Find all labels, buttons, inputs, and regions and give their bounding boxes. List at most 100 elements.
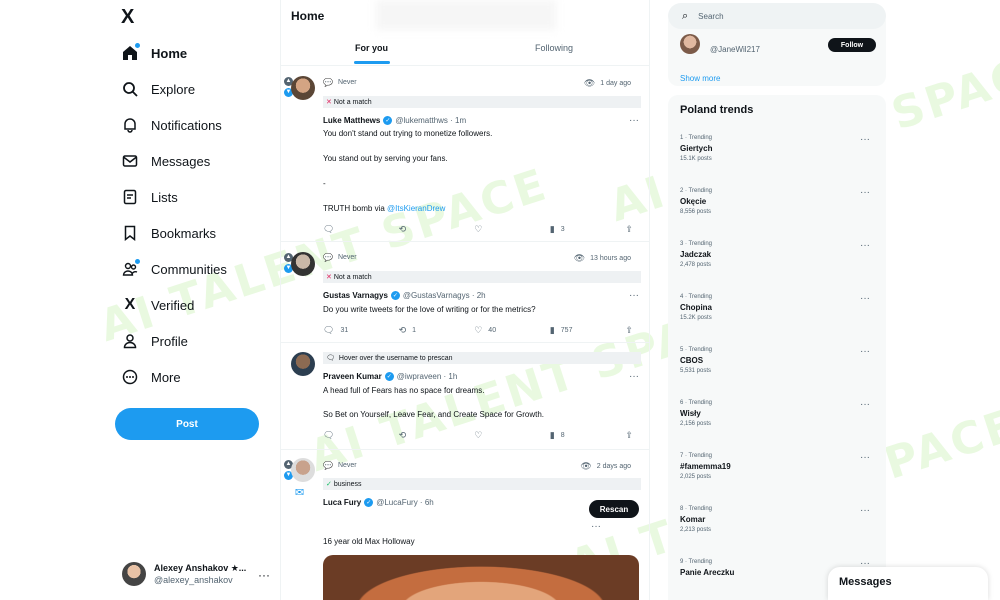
tweet-meta: 💬 Never	[323, 253, 357, 262]
tweet[interactable]: 🗨 Hover over the username to prescan Prav…	[281, 344, 649, 450]
timeline-header: Home For you Following	[281, 0, 649, 66]
rescan-button[interactable]: Rescan	[589, 500, 639, 518]
more-dots-icon[interactable]: ···	[860, 187, 870, 198]
share-button[interactable]: ⇪	[625, 224, 639, 235]
search-icon	[121, 80, 139, 98]
heart-icon: ♡	[474, 224, 483, 234]
views-button[interactable]: ▮ 757	[550, 325, 590, 336]
x-logo-icon[interactable]: X	[121, 7, 141, 27]
trend-item[interactable]: 3 · Trending Jadczak 2,478 posts ···	[680, 240, 876, 280]
retweet-button[interactable]: ⟲	[399, 224, 439, 235]
trend-item[interactable]: 7 · Trending #famemma19 2,025 posts ···	[680, 452, 876, 492]
eye-icon: 👁	[573, 253, 586, 263]
messages-drawer[interactable]: Messages	[828, 567, 988, 600]
show-more-link[interactable]: Show more	[680, 74, 720, 83]
check-icon: ✓	[326, 481, 332, 488]
trend-item[interactable]: 5 · Trending CBOS 5,531 posts ···	[680, 346, 876, 386]
tweet-author[interactable]: Gustas Varnagys ✓ @GustasVarnagys · 2h	[323, 291, 486, 300]
more-dots-icon[interactable]: ···	[860, 346, 870, 357]
nav-more[interactable]: More	[121, 364, 181, 390]
tweet[interactable]: ▲ ▼ 💬 Never 👁 1 day ago ✕ Not a match Luk…	[281, 67, 649, 242]
avatar	[122, 562, 146, 586]
avatar[interactable]	[291, 458, 315, 482]
list-icon	[121, 188, 139, 206]
avatar[interactable]	[291, 76, 315, 100]
nav-label: Bookmarks	[151, 225, 217, 241]
comment-bubble-icon: 💬	[323, 253, 333, 262]
views-button[interactable]: ▮ 8	[550, 430, 590, 441]
tweet-text-line: You don't stand out trying to monetize f…	[323, 129, 493, 138]
like-button[interactable]: ♡ 40	[474, 325, 514, 336]
nav-bookmarks[interactable]: Bookmarks	[121, 220, 216, 246]
like-button[interactable]: ♡	[474, 430, 514, 441]
tweet-text-line: -	[323, 179, 326, 188]
account-switcher[interactable]: Alexey Anshakov ★... @alexey_anshakov ··…	[122, 560, 274, 588]
more-dots-icon[interactable]: ···	[860, 452, 870, 463]
mail-icon[interactable]: ✉	[295, 486, 304, 499]
tweet[interactable]: ▲ ▼ 💬 Never 👁 13 hours ago ✕ Not a match …	[281, 243, 649, 343]
more-dots-icon[interactable]: ···	[860, 240, 870, 251]
more-dots-icon[interactable]: ···	[860, 505, 870, 516]
share-button[interactable]: ⇪	[625, 325, 639, 336]
tweet-text-line: 16 year old Max Holloway	[323, 537, 415, 546]
notification-dot	[135, 259, 140, 264]
home-icon	[121, 43, 140, 62]
more-dots-icon[interactable]: ···	[591, 521, 601, 532]
follow-button[interactable]: Follow	[828, 38, 876, 52]
nav-label: Lists	[151, 189, 178, 205]
reply-button[interactable]: 🗨	[323, 430, 363, 441]
reply-button[interactable]: 🗨	[323, 224, 363, 235]
trend-item[interactable]: 1 · Trending Giertych 15.1K posts ···	[680, 134, 876, 174]
tweet-author[interactable]: Luke Matthews ✓ @lukematthws · 1m	[323, 116, 466, 125]
share-button[interactable]: ⇪	[625, 430, 639, 441]
nav-lists[interactable]: Lists	[121, 184, 178, 210]
tweet-author[interactable]: Luca Fury ✓ @LucaFury · 6h	[323, 498, 434, 507]
tweet-media-image[interactable]	[323, 555, 639, 600]
more-dots-icon[interactable]: ···	[629, 371, 639, 382]
match-tag: ✕ Not a match	[323, 271, 641, 283]
post-button[interactable]: Post	[115, 408, 259, 440]
avatar[interactable]	[291, 352, 315, 376]
people-icon	[121, 259, 140, 278]
nav-profile[interactable]: Profile	[121, 328, 188, 354]
tab-for-you[interactable]: For you	[355, 43, 388, 53]
trend-item[interactable]: 2 · Trending Okęcie 8,556 posts ···	[680, 187, 876, 227]
nav-explore[interactable]: Explore	[121, 76, 195, 102]
suggested-handle[interactable]: @JaneWil217	[710, 45, 760, 54]
nav-label: Profile	[151, 333, 188, 349]
nav-verified[interactable]: X Verified	[121, 292, 195, 318]
verified-badge-icon: ✓	[390, 291, 400, 300]
trend-item[interactable]: 6 · Trending Wisły 2,156 posts ···	[680, 399, 876, 439]
avatar[interactable]	[680, 34, 700, 54]
avatar[interactable]	[291, 252, 315, 276]
nav-communities[interactable]: Communities	[121, 256, 227, 282]
more-dots-icon[interactable]: ···	[860, 293, 870, 304]
tweet[interactable]: ▲ ▼ ✉ 💬 Never 👁 2 days ago ✓ business Luc…	[281, 451, 649, 600]
search-input[interactable]: ⌕ Search	[668, 3, 886, 29]
retweet-button[interactable]: ⟲ 1	[399, 325, 439, 336]
reply-button[interactable]: 🗨 31	[323, 325, 363, 336]
nav-label: Notifications	[151, 117, 222, 133]
heart-icon: ♡	[474, 325, 483, 335]
trend-item[interactable]: 8 · Trending Komar 2,213 posts ···	[680, 505, 876, 545]
more-dots-icon[interactable]: ···	[258, 568, 270, 582]
tab-following[interactable]: Following	[535, 43, 573, 53]
nav-home[interactable]: Home	[121, 40, 187, 66]
tweet-meta: 💬 Never	[323, 78, 357, 87]
mention-link[interactable]: @ItsKieranDrew	[387, 204, 445, 213]
nav-label: Messages	[151, 153, 211, 169]
nav-notifications[interactable]: Notifications	[121, 112, 222, 138]
nav-label: Explore	[151, 81, 196, 97]
scan-age: 👁 1 day ago	[583, 78, 631, 88]
like-button[interactable]: ♡	[474, 224, 514, 235]
views-button[interactable]: ▮ 3	[550, 224, 590, 235]
trend-item[interactable]: 4 · Trending Chopina 15.2K posts ···	[680, 293, 876, 333]
more-dots-icon[interactable]: ···	[860, 399, 870, 410]
retweet-button[interactable]: ⟲	[399, 430, 439, 441]
more-dots-icon[interactable]: ···	[629, 115, 639, 126]
more-dots-icon[interactable]: ···	[860, 134, 870, 145]
tweet-author[interactable]: Praveen Kumar ✓ @iwpraveen · 1h	[323, 372, 457, 381]
eye-icon: 👁	[583, 78, 596, 88]
nav-messages[interactable]: Messages	[121, 148, 210, 174]
more-dots-icon[interactable]: ···	[629, 290, 639, 301]
